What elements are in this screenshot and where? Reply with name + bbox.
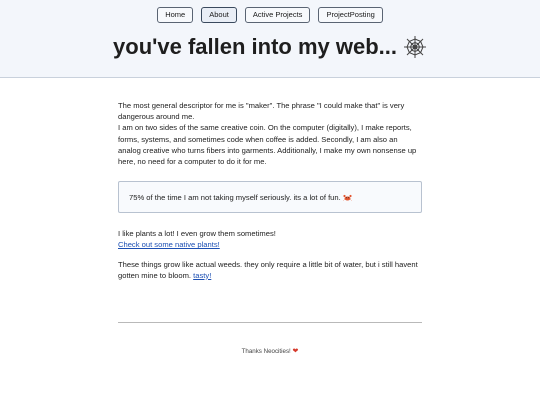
spider-web-icon bbox=[403, 36, 426, 58]
tasty-link[interactable]: tasty! bbox=[193, 271, 211, 280]
page-footer: Thanks Neocities! ❤ bbox=[0, 347, 540, 355]
nav-active-projects-button[interactable]: Active Projects bbox=[244, 7, 311, 23]
nav-home-button[interactable]: Home bbox=[157, 7, 194, 23]
plants-text: I like plants a lot! I even grow them so… bbox=[118, 229, 276, 239]
callout-text: 75% of the time I am not taking myself s… bbox=[129, 192, 341, 202]
page-header: Home About Active Projects ProjectPostin… bbox=[0, 0, 540, 78]
footer-text: Thanks Neocities! bbox=[241, 348, 291, 355]
footer-divider bbox=[118, 322, 422, 323]
weeds-paragraph: These things grow like actual weeds. the… bbox=[118, 259, 422, 281]
intro-paragraph-1: The most general descriptor for me is "m… bbox=[118, 101, 405, 122]
top-nav: Home About Active Projects ProjectPostin… bbox=[0, 7, 540, 23]
page-title: you've fallen into my web... bbox=[0, 34, 540, 60]
plants-section: I like plants a lot! I even grow them so… bbox=[118, 228, 422, 250]
main-content: The most general descriptor for me is "m… bbox=[118, 100, 422, 281]
weeds-text: These things grow like actual weeds. the… bbox=[118, 259, 418, 280]
nav-about-button[interactable]: About bbox=[201, 7, 237, 23]
page-title-text: you've fallen into my web... bbox=[113, 34, 397, 59]
nav-projectposting-button[interactable]: ProjectPosting bbox=[318, 7, 383, 23]
callout-box: 75% of the time I am not taking myself s… bbox=[118, 181, 422, 214]
intro-paragraph-2: I am on two sides of the same creative c… bbox=[118, 123, 417, 167]
native-plants-link[interactable]: Check out some native plants! bbox=[118, 240, 220, 249]
crab-icon bbox=[343, 194, 352, 201]
heart-icon: ❤ bbox=[292, 348, 299, 355]
